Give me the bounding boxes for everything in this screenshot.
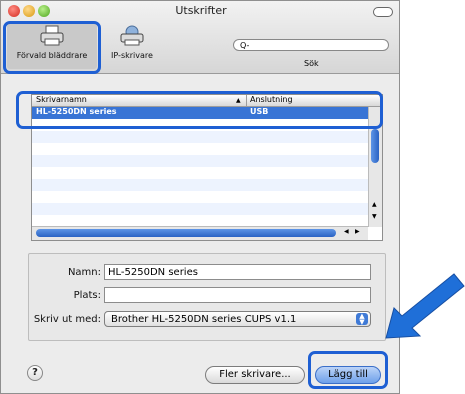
printer-list[interactable]: Skrivarnamn ▲ Anslutning HL-5250DN serie… [31, 94, 383, 241]
printer-driver-popup[interactable]: Brother HL-5250DN series CUPS v1.1 ▲ ▼ [104, 311, 371, 327]
vertical-scroll-thumb[interactable] [371, 129, 379, 163]
horizontal-scrollbar[interactable]: ◀ ▶ [32, 226, 368, 240]
pointer-arrow-icon [385, 273, 465, 339]
title-bar: Utskrifter Förvald bläddrare IP-skrivare… [1, 1, 399, 74]
printer-name-cell: HL-5250DN series [36, 107, 117, 116]
column-divider [246, 95, 247, 106]
connection-cell: USB [250, 107, 269, 116]
help-button[interactable]: ? [27, 365, 43, 381]
scroll-down-arrow-icon[interactable]: ▼ [372, 213, 377, 220]
ip-printer-label: IP-skrivare [111, 51, 153, 60]
printer-icon [39, 25, 65, 47]
scroll-left-arrow-icon[interactable]: ◀ [344, 228, 349, 235]
table-row[interactable]: HL-5250DN series USB [32, 107, 368, 119]
add-button[interactable]: Lägg till [315, 366, 381, 384]
horizontal-scroll-thumb[interactable] [36, 229, 336, 237]
default-browser-button[interactable]: Förvald bläddrare [7, 23, 97, 69]
empty-row [32, 203, 368, 215]
name-label: Namn: [67, 267, 101, 278]
location-field[interactable] [104, 287, 371, 303]
empty-row [32, 131, 368, 143]
ip-printer-icon [119, 25, 145, 47]
search-label: Sök [304, 59, 319, 68]
scroll-up-arrow-icon[interactable]: ▲ [372, 201, 377, 208]
popup-arrows-icon: ▲ ▼ [356, 313, 368, 326]
printer-browser-window: Utskrifter Förvald bläddrare IP-skrivare… [0, 0, 400, 394]
empty-row [32, 155, 368, 167]
column-header-printer-name[interactable]: Skrivarnamn [36, 95, 87, 104]
name-field[interactable]: HL-5250DN series [104, 264, 371, 280]
printer-driver-value: Brother HL-5250DN series CUPS v1.1 [111, 314, 297, 325]
column-header-connection[interactable]: Anslutning [250, 95, 293, 104]
vertical-scrollbar[interactable]: ▲ ▼ [368, 107, 382, 227]
more-printers-button[interactable]: Fler skrivare... [205, 366, 305, 384]
default-browser-label: Förvald bläddrare [16, 51, 88, 60]
location-label: Plats: [73, 290, 101, 301]
print-with-label: Skriv ut med: [33, 314, 101, 325]
scroll-right-arrow-icon[interactable]: ▶ [355, 228, 360, 235]
empty-row [32, 179, 368, 191]
list-header: Skrivarnamn ▲ Anslutning [32, 95, 382, 107]
toolbar-toggle-button[interactable] [373, 7, 393, 17]
search-icon: Q- [240, 41, 250, 50]
window-title: Utskrifter [175, 4, 227, 17]
sort-ascending-icon: ▲ [236, 97, 241, 104]
search-field[interactable]: Q- [233, 39, 389, 51]
ip-printer-button[interactable]: IP-skrivare [105, 23, 159, 69]
